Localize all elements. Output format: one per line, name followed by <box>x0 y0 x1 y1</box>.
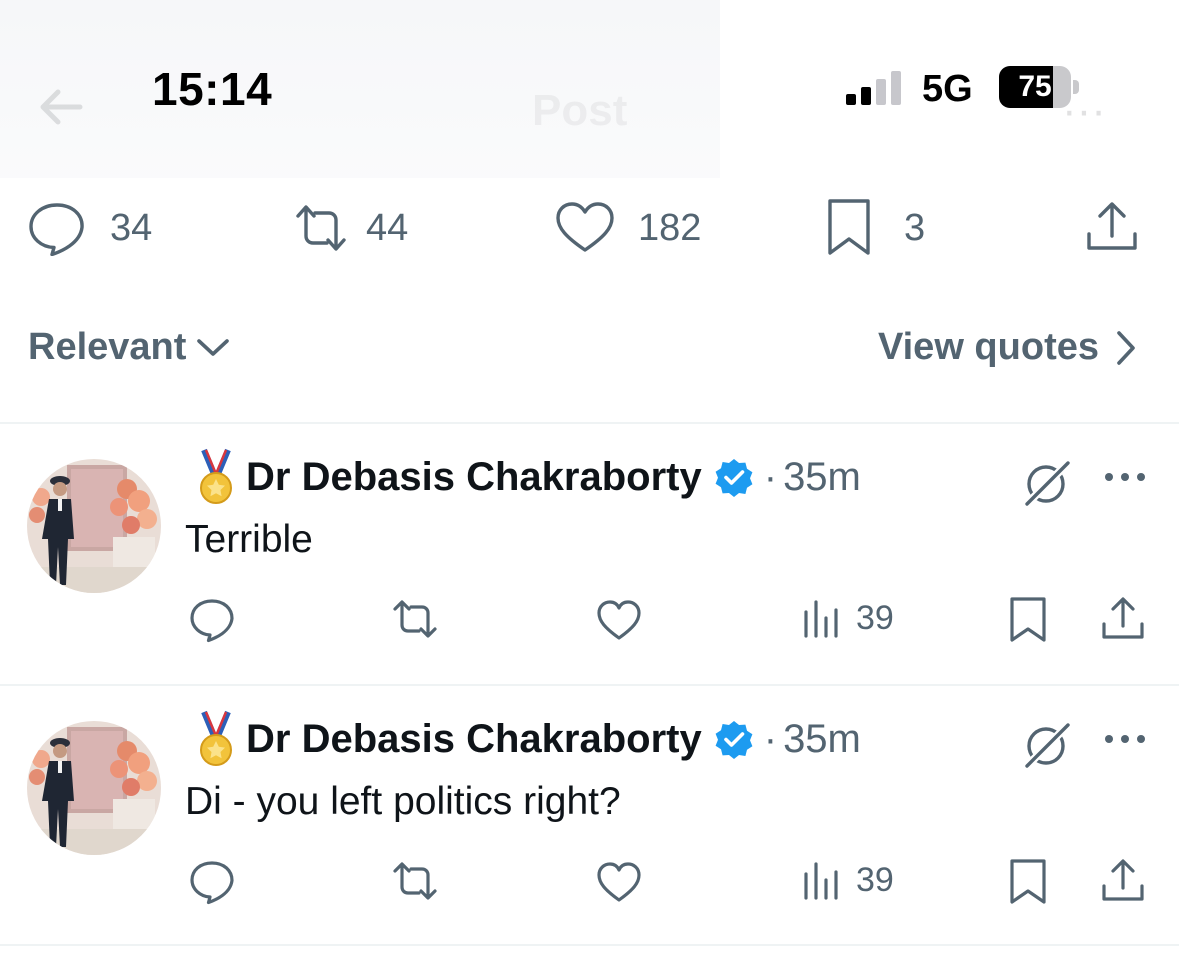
bookmark-count: 3 <box>904 206 926 249</box>
repost-count-button[interactable]: 44 <box>288 200 408 256</box>
sort-label: Relevant <box>28 326 187 368</box>
view-quotes-link[interactable]: View quotes <box>878 326 1137 369</box>
heart-icon <box>556 202 614 252</box>
views-count: 39 <box>856 598 894 637</box>
status-time: 15:14 <box>152 63 273 115</box>
chevron-right-icon <box>1117 330 1135 365</box>
cellular-signal-icon <box>846 70 906 106</box>
battery-percent: 75 <box>1018 70 1052 103</box>
reply-header: Dr Debasis Chakraborty · 35m <box>196 710 861 768</box>
battery-indicator: 75 <box>999 66 1079 108</box>
back-arrow-icon[interactable] <box>36 82 86 132</box>
grok-icon[interactable] <box>1022 720 1072 770</box>
post-separator: · <box>763 454 778 499</box>
page-title: Post <box>532 86 628 135</box>
reply-item[interactable]: Dr Debasis Chakraborty · 35m Di - you le… <box>0 686 1179 946</box>
bookmark-button[interactable] <box>1008 858 1048 906</box>
avatar[interactable] <box>27 459 161 593</box>
reply-button[interactable] <box>188 597 236 643</box>
chevron-down-icon <box>197 338 230 356</box>
like-count-button[interactable]: 182 <box>554 200 701 256</box>
avatar[interactable] <box>27 721 161 855</box>
reply-icon <box>190 599 234 643</box>
share-button[interactable] <box>1084 200 1140 256</box>
repost-count: 44 <box>366 206 409 249</box>
repost-icon <box>393 600 437 638</box>
views-button[interactable]: 39 <box>802 598 894 638</box>
heart-icon <box>597 600 641 640</box>
reply-header: Dr Debasis Chakraborty · 35m <box>196 448 861 506</box>
repost-icon <box>296 205 346 251</box>
more-options-icon[interactable] <box>1104 470 1146 484</box>
views-count: 39 <box>856 860 894 899</box>
view-quotes-label: View quotes <box>877 326 1099 368</box>
bookmark-count-button[interactable]: 3 <box>824 199 926 256</box>
share-icon <box>1102 859 1144 901</box>
share-button[interactable] <box>1100 858 1146 904</box>
bookmark-button[interactable] <box>1008 596 1048 644</box>
share-icon <box>1102 597 1144 639</box>
medal-icon <box>200 448 232 504</box>
repost-button[interactable] <box>388 858 442 904</box>
bookmark-icon <box>828 199 870 255</box>
author-name[interactable]: Dr Debasis Chakraborty <box>246 455 702 500</box>
network-type: 5G <box>922 68 973 110</box>
bookmark-icon <box>1010 597 1046 642</box>
post-time: 35m <box>783 454 861 499</box>
reply-count-button[interactable]: 34 <box>26 200 152 256</box>
like-button[interactable] <box>596 598 642 642</box>
reply-count: 34 <box>110 206 153 249</box>
like-button[interactable] <box>596 860 642 904</box>
heart-icon <box>597 862 641 902</box>
reply-icon <box>190 861 234 905</box>
analytics-icon <box>804 600 838 638</box>
verified-badge-icon <box>715 721 753 759</box>
more-options-icon[interactable] <box>1104 732 1146 746</box>
analytics-icon <box>804 862 838 900</box>
reply-icon <box>29 203 84 256</box>
post-separator: · <box>763 716 778 761</box>
reply-button[interactable] <box>188 859 236 905</box>
medal-icon <box>200 710 232 766</box>
reply-text: Terrible <box>185 518 313 561</box>
share-button[interactable] <box>1100 596 1146 642</box>
repost-icon <box>393 862 437 900</box>
repost-button[interactable] <box>388 596 442 642</box>
post-time: 35m <box>783 716 861 761</box>
verified-badge-icon <box>715 459 753 497</box>
reply-item[interactable]: Dr Debasis Chakraborty · 35m Terrible 39 <box>0 424 1179 684</box>
reply-text: Di - you left politics right? <box>185 780 621 823</box>
battery-nub <box>1073 80 1079 94</box>
share-icon <box>1087 202 1137 250</box>
views-button[interactable]: 39 <box>802 860 894 900</box>
author-name[interactable]: Dr Debasis Chakraborty <box>246 717 702 762</box>
divider <box>0 944 1179 946</box>
grok-icon[interactable] <box>1022 458 1072 508</box>
like-count: 182 <box>638 206 702 249</box>
bookmark-icon <box>1010 859 1046 904</box>
sort-dropdown[interactable]: Relevant <box>28 326 230 369</box>
